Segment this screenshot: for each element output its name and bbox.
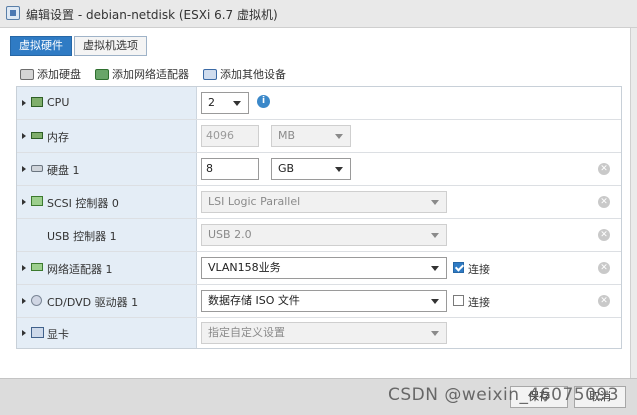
chevron-down-icon <box>431 200 439 205</box>
tab-virtual-hardware[interactable]: 虚拟硬件 <box>10 36 72 56</box>
memory-unit-value: MB <box>278 129 296 142</box>
memory-unit-select[interactable]: MB <box>271 125 351 147</box>
cddvd-source-select[interactable]: 数据存储 ISO 文件 <box>201 290 447 312</box>
usb-type-value: USB 2.0 <box>208 228 252 241</box>
expand-arrow-icon[interactable] <box>22 100 26 106</box>
video-label-cell[interactable]: 显卡 <box>17 318 197 348</box>
chevron-down-icon <box>431 233 439 238</box>
cpu-count-select[interactable]: 2 <box>201 92 249 114</box>
expand-arrow-icon[interactable] <box>22 330 26 336</box>
add-other-device-button[interactable]: 添加其他设备 <box>203 66 286 82</box>
table-row-disk: 硬盘 1 8 GB ✕ <box>17 153 621 186</box>
remove-scsi-icon[interactable]: ✕ <box>598 196 610 208</box>
remove-network-icon[interactable]: ✕ <box>598 262 610 274</box>
cpu-label: CPU <box>47 96 70 109</box>
expand-arrow-icon[interactable] <box>22 166 26 172</box>
chevron-down-icon <box>431 299 439 304</box>
add-other-device-label: 添加其他设备 <box>220 68 286 81</box>
cpu-count-value: 2 <box>208 96 215 109</box>
hard-disk-icon <box>31 165 43 172</box>
tab-vm-options[interactable]: 虚拟机选项 <box>74 36 147 56</box>
cddvd-source-value: 数据存储 ISO 文件 <box>208 294 300 307</box>
usb-label: USB 控制器 1 <box>47 230 117 243</box>
scsi-type-select[interactable]: LSI Logic Parallel <box>201 191 447 213</box>
add-disk-label: 添加硬盘 <box>37 68 81 81</box>
table-row-scsi: SCSI 控制器 0 LSI Logic Parallel ✕ <box>17 186 621 219</box>
expand-arrow-icon[interactable] <box>22 199 26 205</box>
network-label-cell[interactable]: 网络适配器 1 <box>17 252 197 284</box>
memory-size-input[interactable]: 4096 <box>201 125 259 147</box>
cddvd-connect-label: 连接 <box>468 296 490 309</box>
device-icon <box>203 68 217 80</box>
scrollbar-track[interactable] <box>630 28 637 378</box>
remove-cddvd-icon[interactable]: ✕ <box>598 295 610 307</box>
cddvd-connect-checkbox[interactable] <box>453 295 464 306</box>
hardware-table: CPU 2 i 内存 4096 MB 硬盘 1 8 GB ✕ SCSI 控制器 … <box>16 86 622 349</box>
cd-dvd-icon <box>31 295 42 306</box>
cpu-icon <box>31 97 43 107</box>
add-network-adapter-label: 添加网络适配器 <box>112 68 189 81</box>
scsi-label-cell[interactable]: SCSI 控制器 0 <box>17 186 197 218</box>
scsi-controller-icon <box>31 196 43 206</box>
network-connect-checkbox[interactable] <box>453 262 464 273</box>
usb-type-select[interactable]: USB 2.0 <box>201 224 447 246</box>
chevron-down-icon <box>335 167 343 172</box>
remove-usb-icon[interactable]: ✕ <box>598 229 610 241</box>
network-value: VLAN158业务 <box>208 261 281 274</box>
disk-size-input[interactable]: 8 <box>201 158 259 180</box>
device-actions: 添加硬盘 添加网络适配器 添加其他设备 <box>20 66 286 82</box>
chevron-down-icon <box>335 134 343 139</box>
expand-arrow-icon[interactable] <box>22 265 26 271</box>
cpu-label-cell[interactable]: CPU <box>17 87 197 119</box>
table-row-video: 显卡 指定自定义设置 <box>17 318 621 348</box>
memory-icon <box>31 132 43 139</box>
network-adapter-icon <box>31 263 43 271</box>
network-connect-label: 连接 <box>468 263 490 276</box>
chevron-down-icon <box>431 266 439 271</box>
cddvd-label-cell[interactable]: CD/DVD 驱动器 1 <box>17 285 197 317</box>
table-row-cddvd: CD/DVD 驱动器 1 数据存储 ISO 文件 连接 ✕ <box>17 285 621 318</box>
network-select[interactable]: VLAN158业务 <box>201 257 447 279</box>
table-row-cpu: CPU 2 i <box>17 87 621 120</box>
disk-icon <box>20 68 34 80</box>
table-row-memory: 内存 4096 MB <box>17 120 621 153</box>
vm-settings-icon <box>6 6 20 20</box>
watermark: CSDN @weixin_46075093 <box>388 385 620 405</box>
disk-label: 硬盘 1 <box>47 164 80 177</box>
chevron-down-icon <box>431 331 439 336</box>
scsi-label: SCSI 控制器 0 <box>47 197 119 210</box>
info-icon[interactable]: i <box>257 95 270 108</box>
expand-arrow-icon[interactable] <box>22 298 26 304</box>
scsi-type-value: LSI Logic Parallel <box>208 195 301 208</box>
disk-unit-value: GB <box>278 162 295 175</box>
window-titlebar: 编辑设置 - debian-netdisk (ESXi 6.7 虚拟机) <box>0 0 637 28</box>
expand-arrow-icon[interactable] <box>22 133 26 139</box>
disk-unit-select[interactable]: GB <box>271 158 351 180</box>
table-row-usb: USB 控制器 1 USB 2.0 ✕ <box>17 219 621 252</box>
remove-disk-icon[interactable]: ✕ <box>598 163 610 175</box>
network-label: 网络适配器 1 <box>47 263 113 276</box>
add-network-adapter-button[interactable]: 添加网络适配器 <box>95 66 189 82</box>
window-title: 编辑设置 - debian-netdisk (ESXi 6.7 虚拟机) <box>26 8 278 22</box>
disk-label-cell[interactable]: 硬盘 1 <box>17 153 197 185</box>
add-disk-button[interactable]: 添加硬盘 <box>20 66 81 82</box>
cddvd-label: CD/DVD 驱动器 1 <box>47 296 139 309</box>
video-label: 显卡 <box>47 328 69 341</box>
usb-label-cell: USB 控制器 1 <box>17 219 197 251</box>
video-settings-value: 指定自定义设置 <box>208 326 285 339</box>
tab-bar: 虚拟硬件 虚拟机选项 <box>10 36 147 56</box>
table-row-network: 网络适配器 1 VLAN158业务 连接 ✕ <box>17 252 621 285</box>
network-adapter-icon <box>95 68 109 80</box>
memory-label: 内存 <box>47 131 69 144</box>
video-settings-select[interactable]: 指定自定义设置 <box>201 322 447 344</box>
memory-label-cell[interactable]: 内存 <box>17 120 197 152</box>
chevron-down-icon <box>233 101 241 106</box>
video-card-icon <box>31 327 44 338</box>
